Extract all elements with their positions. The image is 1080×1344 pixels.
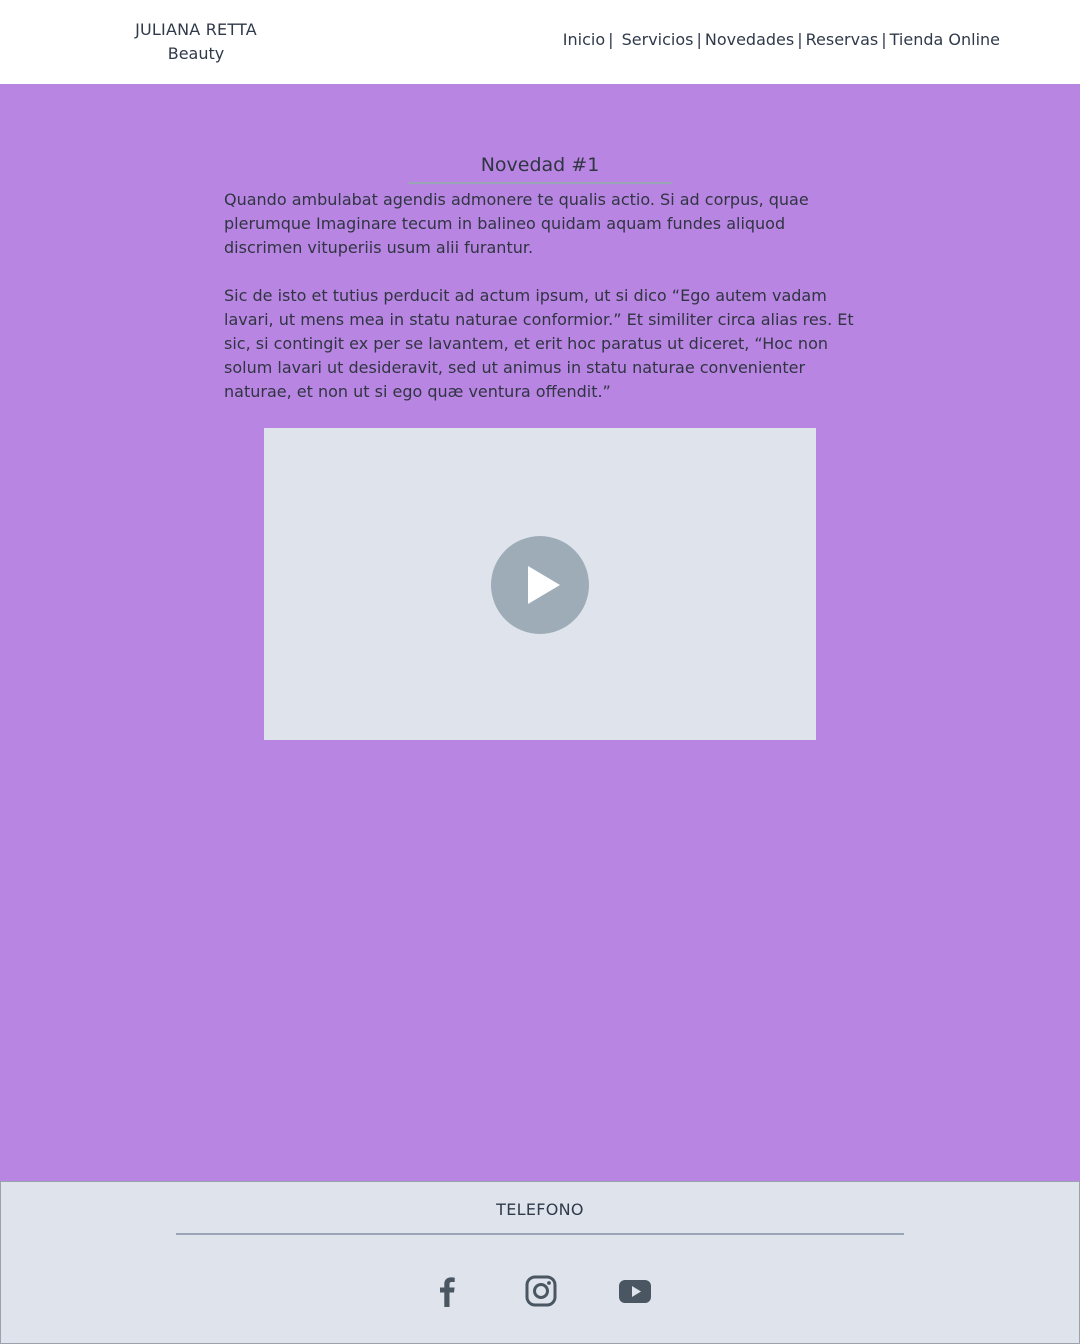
- video-player[interactable]: [264, 428, 816, 740]
- post-paragraph: Quando ambulabat agendis admonere te qua…: [224, 190, 809, 257]
- nav-item-tienda-online[interactable]: Tienda Online: [890, 30, 1000, 49]
- nav-separator: |: [797, 30, 803, 49]
- nav-item-inicio[interactable]: Inicio: [563, 30, 605, 49]
- phone-label: TELEFONO: [496, 1200, 584, 1219]
- nav-separator: |: [881, 30, 887, 49]
- nav-item-novedades[interactable]: Novedades: [705, 30, 794, 49]
- instagram-link[interactable]: [524, 1274, 558, 1308]
- facebook-icon: [440, 1277, 455, 1307]
- brand-logo[interactable]: JULIANA RETTA Beauty: [116, 18, 276, 66]
- nav-separator: |: [608, 30, 614, 49]
- play-button[interactable]: [491, 536, 589, 634]
- brand-name: JULIANA RETTA: [135, 20, 257, 39]
- site-header: JULIANA RETTA Beauty Inicio | Servicios | N…: [0, 0, 1080, 84]
- nav-item-servicios[interactable]: Servicios: [622, 30, 694, 49]
- youtube-icon: [619, 1280, 651, 1303]
- post-paragraph: Sic de isto et tutius perducit ad actum …: [224, 286, 854, 401]
- nav-item-reservas[interactable]: Reservas: [806, 30, 879, 49]
- main-nav: Inicio | Servicios | Novedades | Reservas | Tie…: [563, 30, 1000, 49]
- main-content: Novedad #1 Quando ambulabat agendis admo…: [0, 84, 1080, 1181]
- post-title: Novedad #1: [408, 152, 672, 184]
- brand-subtitle: Beauty: [167, 44, 225, 63]
- post-body: Quando ambulabat agendis admonere te qua…: [224, 188, 856, 428]
- facebook-link[interactable]: [430, 1274, 464, 1308]
- youtube-link[interactable]: [618, 1274, 652, 1308]
- play-icon: [528, 566, 560, 604]
- site-footer: TELEFONO: [0, 1181, 1080, 1344]
- footer-divider: [176, 1233, 904, 1235]
- instagram-icon: [525, 1275, 557, 1307]
- nav-separator: |: [696, 30, 702, 49]
